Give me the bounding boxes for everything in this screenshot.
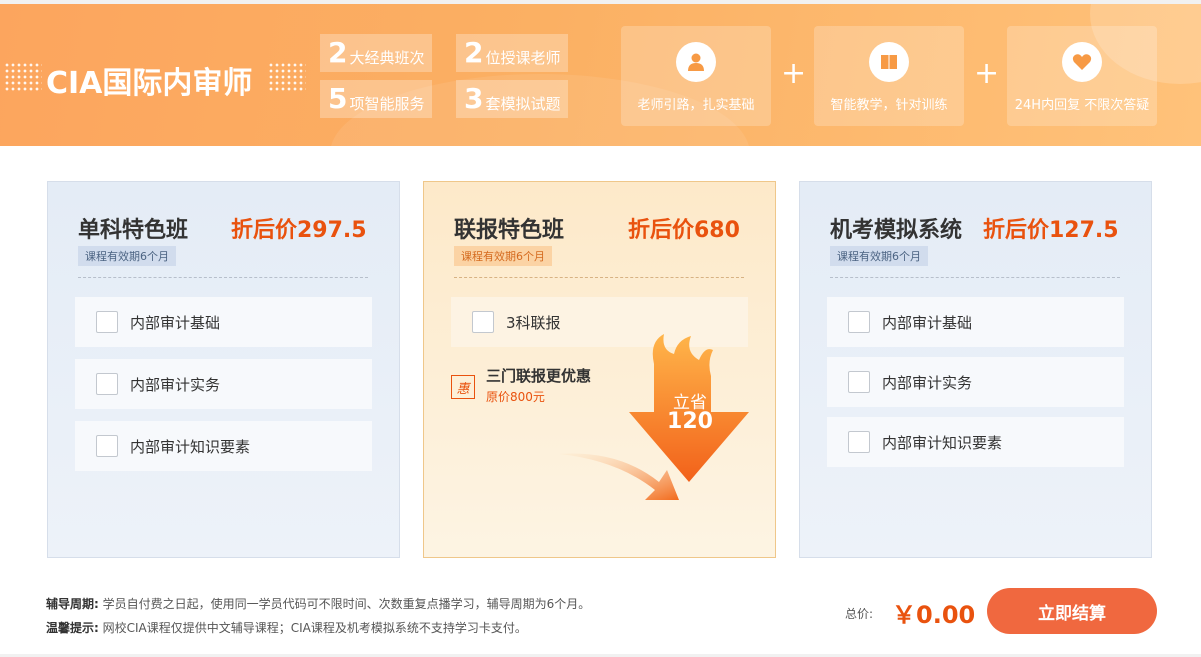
stat-label: 位授课老师: [485, 49, 561, 67]
option-internal-audit-basics[interactable]: 内部审计基础: [75, 297, 372, 347]
stat-number: 2: [464, 36, 484, 69]
period-text: 学员自付费之日起，使用同一学员代码可不限时间、次数重复点播学习，辅导周期为6个月…: [102, 597, 591, 611]
teacher-icon: [676, 42, 716, 82]
promo-banner: CIA国际内审师 2 大经典班次 2 位授课老师 5 项智能服务 3 套模拟试题…: [0, 4, 1201, 146]
divider: [78, 277, 368, 278]
deal-title: 三门联报更优惠: [486, 367, 592, 385]
dots-decoration-left: [4, 62, 42, 92]
book-icon: [869, 42, 909, 82]
stat-number: 3: [464, 82, 484, 115]
period-label: 辅导周期:: [46, 597, 99, 611]
option-label: 内部审计基础: [882, 313, 973, 332]
heart-icon: [1062, 42, 1102, 82]
feature-label: 老师引路，扎实基础: [637, 98, 755, 113]
checkbox[interactable]: [848, 371, 870, 393]
tip-text: 网校CIA课程仅提供中文辅导课程；CIA课程及机考模拟系统不支持学习卡支付。: [102, 621, 527, 635]
feature-label: 24H内回复 不限次答疑: [1014, 98, 1150, 113]
checkbox[interactable]: [96, 435, 118, 457]
option-label: 内部审计实务: [882, 373, 973, 392]
validity-badge: 课程有效期6个月: [78, 246, 176, 266]
dots-decoration-right: [268, 62, 306, 92]
option-mock-audit-basics[interactable]: 内部审计基础: [827, 297, 1124, 347]
option-internal-audit-knowledge[interactable]: 内部审计知识要素: [75, 421, 372, 471]
card-title: 机考模拟系统: [830, 218, 963, 243]
divider: [454, 277, 744, 278]
feature-label: 智能教学，针对训练: [830, 98, 948, 113]
total-label: 总价:: [845, 607, 874, 621]
original-price: 原价800元: [486, 390, 545, 404]
course-selection: 单科特色班 折后价297.5 课程有效期6个月 内部审计基础 内部审计实务 内部…: [0, 146, 1201, 654]
validity-badge: 课程有效期6个月: [454, 246, 552, 266]
feature-smart-teaching: 智能教学，针对训练: [814, 26, 964, 126]
stat-teachers: 2 位授课老师: [456, 34, 568, 72]
option-mock-audit-knowledge[interactable]: 内部审计知识要素: [827, 417, 1124, 467]
stat-mock-exams: 3 套模拟试题: [456, 80, 568, 118]
checkbox[interactable]: [848, 311, 870, 333]
save-amount: 120: [667, 409, 713, 434]
stat-classes: 2 大经典班次: [320, 34, 432, 72]
stat-number: 5: [328, 82, 348, 115]
card-price: 折后价127.5: [983, 218, 1119, 243]
checkout-button[interactable]: 立即结算: [987, 588, 1157, 634]
checkbox[interactable]: [96, 373, 118, 395]
option-internal-audit-practice[interactable]: 内部审计实务: [75, 359, 372, 409]
card-single-subject: 单科特色班 折后价297.5 课程有效期6个月 内部审计基础 内部审计实务 内部…: [47, 181, 400, 558]
feature-qa: 24H内回复 不限次答疑: [1007, 26, 1157, 126]
option-mock-audit-practice[interactable]: 内部审计实务: [827, 357, 1124, 407]
card-mock-system: 机考模拟系统 折后价127.5 课程有效期6个月 内部审计基础 内部审计实务 内…: [799, 181, 1152, 558]
stat-number: 2: [328, 36, 348, 69]
total-price: ￥0.00: [892, 601, 976, 629]
stat-label: 套模拟试题: [485, 95, 561, 113]
card-title: 联报特色班: [454, 218, 565, 243]
stat-label: 项智能服务: [349, 95, 425, 113]
tip-note: 温馨提示: 网校CIA课程仅提供中文辅导课程；CIA课程及机考模拟系统不支持学习…: [46, 616, 590, 640]
feature-teacher: 老师引路，扎实基础: [621, 26, 771, 126]
card-price: 折后价297.5: [231, 218, 367, 243]
divider: [830, 277, 1120, 278]
option-label: 内部审计知识要素: [882, 433, 1003, 452]
checkbox[interactable]: [848, 431, 870, 453]
checkbox[interactable]: [472, 311, 494, 333]
option-label: 内部审计实务: [130, 375, 221, 394]
period-note: 辅导周期: 学员自付费之日起，使用同一学员代码可不限时间、次数重复点播学习，辅导…: [46, 592, 590, 616]
checkbox[interactable]: [96, 311, 118, 333]
card-title: 单科特色班: [78, 218, 189, 243]
option-label: 3科联报: [506, 313, 561, 332]
footer-notes: 辅导周期: 学员自付费之日起，使用同一学员代码可不限时间、次数重复点播学习，辅导…: [46, 592, 590, 640]
tip-label: 温馨提示:: [46, 621, 99, 635]
banner-title: CIA国际内审师: [46, 66, 253, 101]
stat-label: 大经典班次: [349, 49, 425, 67]
plus-icon: +: [781, 56, 807, 91]
validity-badge: 课程有效期6个月: [830, 246, 928, 266]
card-price: 折后价680: [628, 218, 740, 243]
plus-icon: +: [974, 56, 1000, 91]
card-bundle: 联报特色班 折后价680 课程有效期6个月 3科联报 惠 三门联报更优惠 原价8…: [423, 181, 776, 558]
savings-arrow-graphic: [559, 334, 749, 500]
discount-badge-icon: 惠: [451, 375, 475, 399]
stat-services: 5 项智能服务: [320, 80, 432, 118]
option-label: 内部审计知识要素: [130, 437, 251, 456]
option-label: 内部审计基础: [130, 313, 221, 332]
